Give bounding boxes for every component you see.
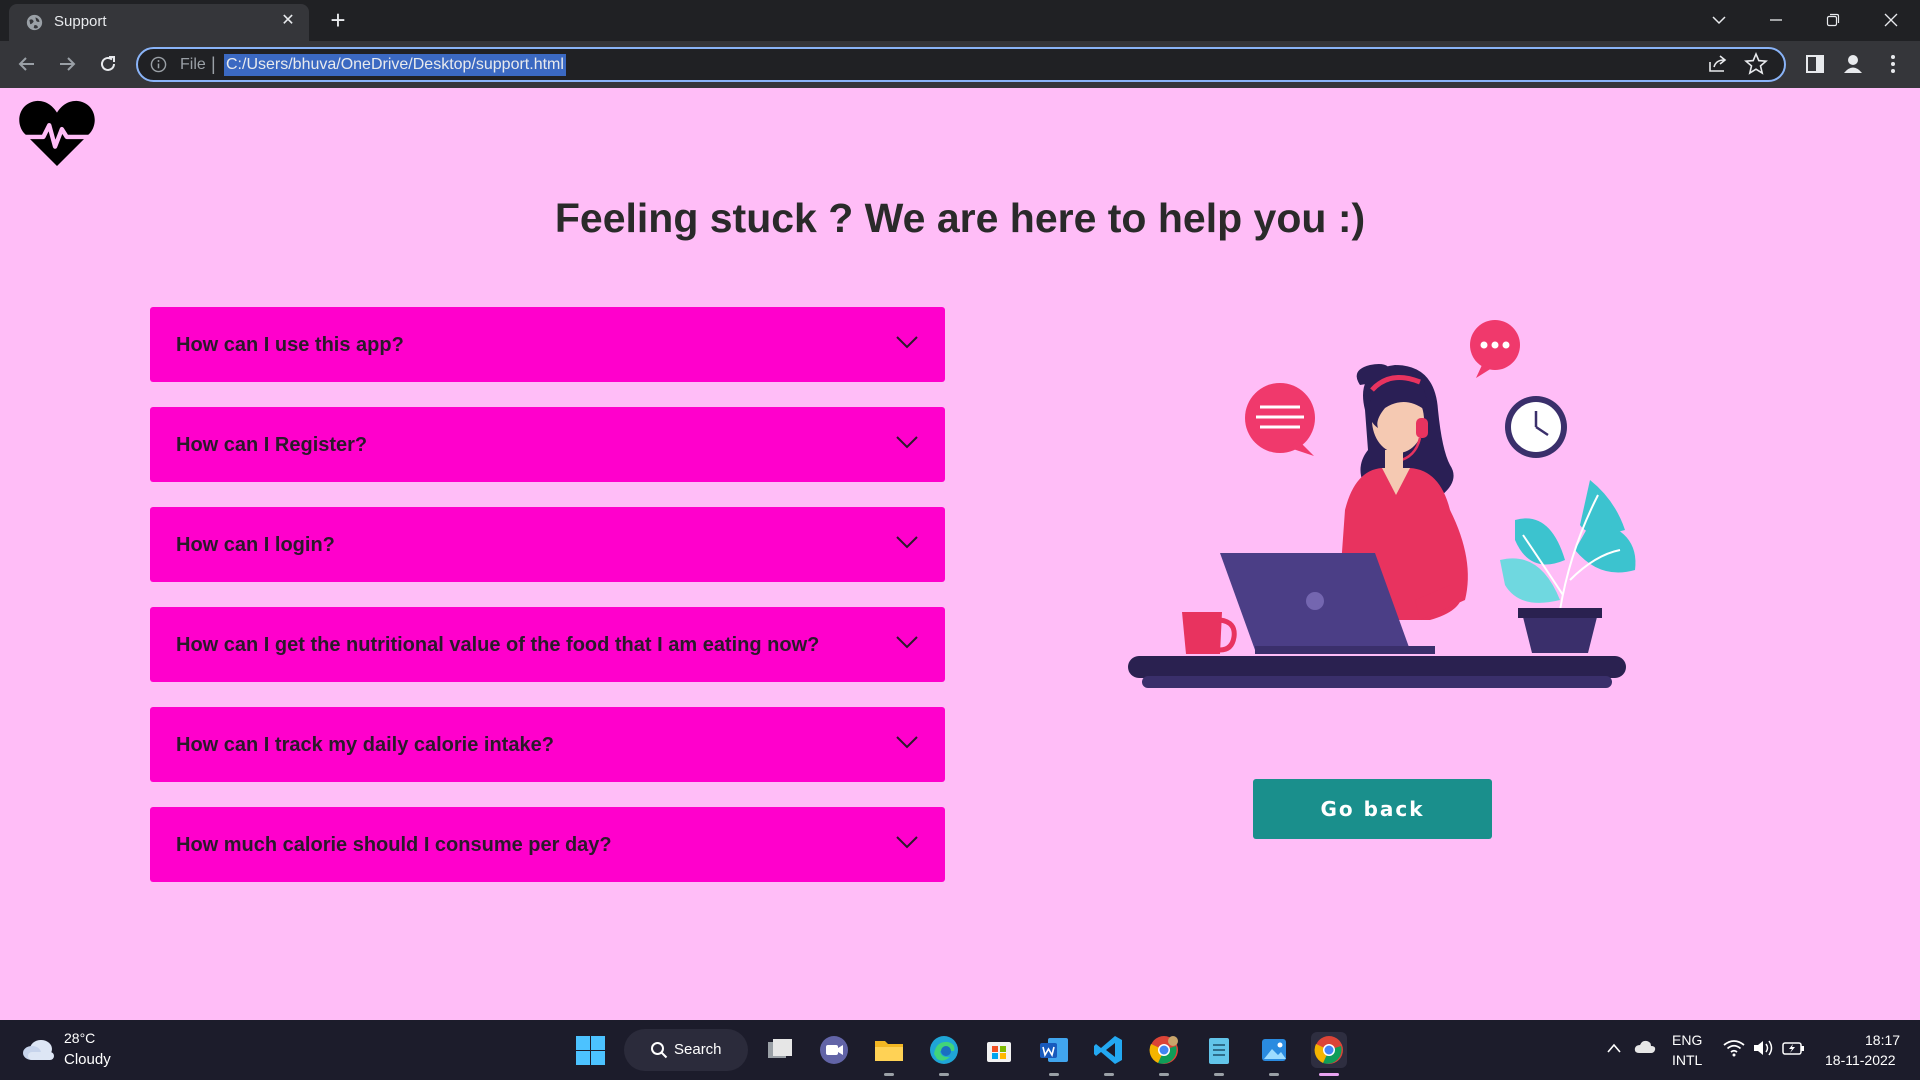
faq-item[interactable]: How can I Register?: [150, 407, 945, 482]
chat-bubble-icon: [1245, 383, 1315, 456]
chevron-down-icon: [896, 836, 918, 849]
url-text[interactable]: C:/Users/bhuva/OneDrive/Desktop/support.…: [224, 54, 566, 76]
share-icon[interactable]: [1705, 51, 1731, 77]
running-indicator: [884, 1073, 894, 1076]
word-icon[interactable]: [1036, 1032, 1072, 1076]
coffee-mug-icon: [1182, 612, 1237, 654]
vscode-icon[interactable]: [1091, 1032, 1127, 1076]
active-indicator: [1319, 1073, 1339, 1076]
page-title: Feeling stuck ? We are here to help you …: [554, 195, 1366, 241]
minimize-icon[interactable]: [1756, 4, 1796, 36]
chrome-icon[interactable]: [1311, 1032, 1347, 1076]
reload-icon[interactable]: [93, 49, 123, 79]
forward-icon[interactable]: [52, 49, 82, 79]
file-explorer-icon[interactable]: [871, 1032, 907, 1076]
edge-browser-icon[interactable]: [926, 1032, 962, 1076]
taskbar-search-button[interactable]: Search: [624, 1029, 748, 1071]
running-indicator: [1214, 1073, 1224, 1076]
support-agent-illustration: [1128, 320, 1636, 688]
faq-question: How can I login?: [176, 534, 335, 556]
clock-date[interactable]: 18-11-2022: [1825, 1052, 1896, 1068]
profile-icon[interactable]: [1838, 49, 1868, 79]
typing-bubble-icon: [1470, 320, 1520, 378]
restore-icon[interactable]: [1813, 4, 1853, 36]
clock-icon: [1505, 396, 1567, 458]
chevron-down-icon: [896, 736, 918, 749]
tab-search-icon[interactable]: [1699, 4, 1739, 36]
tab-title: Support: [54, 13, 107, 30]
faq-question: How can I Register?: [176, 434, 368, 456]
faq-item[interactable]: How can I get the nutritional value of t…: [150, 607, 945, 682]
globe-icon: [26, 14, 43, 31]
running-indicator: [1104, 1073, 1114, 1076]
tab-close-icon[interactable]: ✕: [277, 10, 299, 32]
side-panel-icon[interactable]: [1800, 49, 1830, 79]
language-indicator[interactable]: ENG: [1672, 1032, 1702, 1048]
chrome-profile-icon[interactable]: [1146, 1032, 1182, 1076]
clock-time[interactable]: 18:17: [1865, 1032, 1900, 1048]
new-tab-button[interactable]: +: [324, 6, 352, 34]
onedrive-icon[interactable]: [1634, 1039, 1656, 1055]
url-scheme-label: File: [180, 56, 206, 73]
faq-item[interactable]: How can I track my daily calorie intake?: [150, 707, 945, 782]
address-bar[interactable]: File | C:/Users/bhuva/OneDrive/Desktop/s…: [136, 47, 1786, 82]
url-separator: |: [211, 54, 216, 74]
browser-tab[interactable]: Support ✕: [9, 4, 309, 41]
search-icon: [651, 1042, 668, 1059]
go-back-button[interactable]: Go back: [1253, 779, 1492, 839]
faq-item[interactable]: How can I use this app?: [150, 307, 945, 382]
weather-description[interactable]: Cloudy: [64, 1051, 111, 1068]
browser-toolbar: File | C:/Users/bhuva/OneDrive/Desktop/s…: [0, 41, 1920, 88]
battery-charging-icon[interactable]: [1782, 1039, 1806, 1057]
cloud-weather-icon[interactable]: [22, 1036, 56, 1062]
back-icon[interactable]: [12, 49, 42, 79]
running-indicator: [1049, 1073, 1059, 1076]
keyboard-layout-indicator[interactable]: INTL: [1672, 1052, 1702, 1068]
photos-icon[interactable]: [1256, 1032, 1292, 1076]
chevron-down-icon: [896, 536, 918, 549]
chevron-down-icon: [896, 636, 918, 649]
faq-question: How can I use this app?: [176, 334, 404, 356]
task-view-icon[interactable]: [762, 1032, 798, 1068]
browser-tabstrip: Support ✕ +: [0, 0, 1920, 41]
faq-item[interactable]: How much calorie should I consume per da…: [150, 807, 945, 882]
show-hidden-icons-chevron-icon[interactable]: [1606, 1042, 1622, 1054]
volume-icon[interactable]: [1752, 1039, 1774, 1057]
notepad-icon[interactable]: [1201, 1032, 1237, 1076]
running-indicator: [939, 1073, 949, 1076]
faq-question: How can I track my daily calorie intake?: [176, 734, 554, 756]
menu-icon[interactable]: [1878, 49, 1908, 79]
windows-start-icon[interactable]: [575, 1035, 606, 1066]
info-icon[interactable]: [150, 56, 167, 73]
chevron-down-icon: [896, 436, 918, 449]
microsoft-store-icon[interactable]: [981, 1032, 1017, 1068]
faq-question: How can I get the nutritional value of t…: [176, 634, 820, 656]
running-indicator: [1159, 1073, 1169, 1076]
running-indicator: [1269, 1073, 1279, 1076]
faq-question: How much calorie should I consume per da…: [176, 834, 612, 856]
heart-pulse-logo-icon: [19, 100, 95, 167]
windows-taskbar: 28°C Cloudy Search ENG INTL 18:17 18-11-…: [0, 1020, 1920, 1080]
weather-temperature[interactable]: 28°C: [64, 1030, 95, 1046]
teams-chat-icon[interactable]: [816, 1032, 852, 1068]
plant-icon: [1500, 480, 1636, 653]
bookmark-star-icon[interactable]: [1743, 51, 1769, 77]
close-window-icon[interactable]: [1871, 4, 1911, 36]
wifi-icon[interactable]: [1723, 1039, 1745, 1057]
faq-item[interactable]: How can I login?: [150, 507, 945, 582]
chevron-down-icon: [896, 336, 918, 349]
search-label: Search: [674, 1041, 722, 1058]
